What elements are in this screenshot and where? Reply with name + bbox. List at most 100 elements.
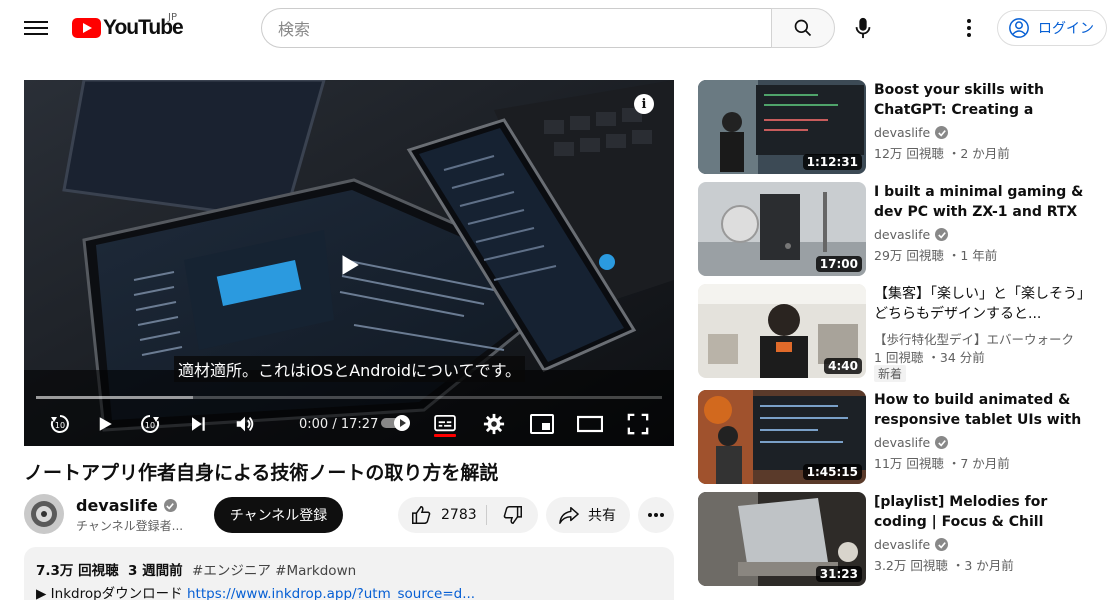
play-icon [99, 417, 112, 431]
recommended-video[interactable]: 17:00 I built a minimal gaming & dev PC … [698, 182, 1098, 276]
play-button[interactable] [89, 408, 121, 440]
recommended-channel: 【歩行特化型デイ】エバーウォーク [874, 329, 1074, 348]
region-code: JP [168, 12, 177, 23]
channel-avatar[interactable] [24, 494, 64, 534]
video-title: ノートアプリ作者自身による技術ノートの取り方を解説 [24, 462, 499, 484]
video-thumbnail[interactable]: 4:40 [698, 284, 866, 378]
info-icon[interactable]: i [634, 94, 654, 114]
search-placeholder: 検索 [278, 20, 311, 39]
channel-name-text: devaslife [76, 496, 158, 515]
account-icon [1009, 18, 1029, 38]
more-vert-icon [967, 19, 971, 37]
video-thumbnail[interactable]: 17:00 [698, 182, 866, 276]
login-label: ログイン [1038, 21, 1094, 37]
more-actions-button[interactable] [638, 497, 674, 533]
masthead: YouTube JP 検索 ログイン [0, 0, 1109, 56]
progress-buffered [36, 396, 193, 399]
time-display: 0:00 / 17:27 [299, 417, 378, 432]
menu-icon[interactable] [24, 17, 48, 39]
svg-text:10: 10 [55, 421, 65, 430]
fullscreen-button[interactable] [622, 408, 654, 440]
login-button[interactable]: ログイン [997, 10, 1107, 46]
subscribe-button[interactable]: チャンネル登録 [214, 497, 343, 533]
channel-avatar-image [24, 494, 64, 534]
video-thumbnail[interactable]: 31:23 [698, 492, 866, 586]
autoplay-toggle[interactable] [380, 414, 412, 432]
verified-icon [163, 499, 177, 512]
player-controls: 10 10 0:00 / 17:27 [24, 404, 674, 444]
like-button[interactable]: 2783 [398, 497, 486, 533]
rewind-10-icon: 10 [50, 415, 69, 433]
duration-badge: 31:23 [815, 566, 862, 582]
recommended-channel-name: devaslife [874, 125, 931, 140]
next-button[interactable] [182, 408, 214, 440]
volume-button[interactable] [229, 408, 261, 440]
recommended-channel-name: devaslife [874, 227, 931, 242]
share-button[interactable]: 共有 [546, 497, 630, 533]
search-input[interactable]: 検索 [261, 8, 772, 48]
forward-10-icon: 10 [141, 415, 160, 433]
like-count: 2783 [441, 507, 477, 523]
recommended-meta: 3.2万 回視聴 ・3 か月前 [874, 558, 1014, 573]
dislike-button[interactable] [488, 497, 538, 533]
description-text: ▶ Inkdropダウンロード https://www.inkdrop.app/… [36, 582, 662, 600]
recommended-video[interactable]: 4:40 【集客】「楽しい」と「楽しそう」どちらもデザインすると... 【歩行特… [698, 284, 1098, 382]
fullscreen-icon [627, 413, 649, 435]
recommended-video[interactable] [698, 594, 1098, 600]
video-thumbnail[interactable]: 1:12:31 [698, 80, 866, 174]
share-icon [559, 507, 579, 524]
settings-button[interactable] [478, 408, 510, 440]
caption-text: 適材適所。これはiOSとAndroidについてです。 [174, 356, 525, 382]
recommended-channel-name: 【歩行特化型デイ】エバーウォーク [874, 332, 1075, 347]
skip-next-icon [192, 417, 205, 431]
recommended-meta: 29万 回視聴 ・1 年前 [874, 248, 998, 263]
recommended-meta: 12万 回視聴 ・2 か月前 [874, 146, 1010, 161]
verified-icon [935, 126, 949, 139]
recommended-channel: devaslife [874, 537, 949, 552]
description-prefix: ▶ Inkdropダウンロード [36, 586, 187, 600]
description-stats: 7.3万 回視聴 3 週間前 #エンジニア #Markdown [36, 559, 662, 579]
rewind-10-button[interactable]: 10 [44, 408, 76, 440]
recommended-channel: devaslife [874, 125, 949, 140]
progress-bar[interactable] [36, 396, 662, 399]
time-current: 0:00 [299, 417, 329, 432]
miniplayer-icon [530, 414, 554, 434]
description-link[interactable]: https://www.inkdrop.app/?utm_source=d... [187, 586, 475, 600]
duration-badge: 17:00 [815, 256, 862, 272]
settings-more-button[interactable] [949, 8, 989, 48]
time-total: 17:27 [340, 417, 379, 432]
recommended-title: How to build animated & responsive table… [874, 392, 1082, 428]
like-dislike-group: 2783 [398, 497, 538, 533]
video-player[interactable]: i 適材適所。これはiOSとAndroidについてです。 10 10 0:00 … [24, 80, 674, 446]
share-label: 共有 [588, 508, 616, 524]
recommended-title: [playlist] Melodies for coding | Focus &… [874, 494, 1048, 530]
recommended-video[interactable]: 31:23 [playlist] Melodies for coding | F… [698, 492, 1098, 586]
description-box[interactable]: 7.3万 回視聴 3 週間前 #エンジニア #Markdown ▶ Inkdro… [24, 547, 674, 600]
search-button[interactable] [771, 8, 835, 48]
verified-icon [935, 228, 949, 241]
theater-icon [577, 415, 603, 433]
closed-captions-icon [434, 415, 456, 432]
duration-badge: 1:45:15 [802, 464, 862, 480]
captions-active-indicator [434, 434, 456, 437]
view-count: 7.3万 回視聴 [36, 563, 119, 579]
forward-10-button[interactable]: 10 [134, 408, 166, 440]
miniplayer-button[interactable] [526, 408, 558, 440]
channel-name[interactable]: devaslife [76, 496, 177, 515]
recommended-title: Boost your skills with ChatGPT: Creating… [874, 82, 1044, 118]
video-thumbnail[interactable]: 1:45:15 [698, 390, 866, 484]
new-badge: 新着 [874, 365, 907, 382]
recommended-video[interactable]: 1:45:15 How to build animated & responsi… [698, 390, 1098, 484]
recommended-meta: 1 回視聴 ・34 分前 [874, 350, 985, 365]
recommended-video[interactable]: 1:12:31 Boost your skills with ChatGPT: … [698, 80, 1098, 174]
hashtags[interactable]: #エンジニア #Markdown [192, 563, 356, 579]
microphone-icon [855, 17, 871, 39]
theater-mode-button[interactable] [574, 408, 606, 440]
recommended-meta: 11万 回視聴 ・7 か月前 [874, 456, 1010, 471]
youtube-logo[interactable]: YouTube [72, 16, 184, 40]
large-play-button[interactable] [336, 252, 362, 282]
recommended-channel: devaslife [874, 435, 949, 450]
verified-icon [935, 436, 949, 449]
voice-search-button[interactable] [843, 8, 883, 48]
video-thumbnail[interactable] [698, 594, 866, 600]
